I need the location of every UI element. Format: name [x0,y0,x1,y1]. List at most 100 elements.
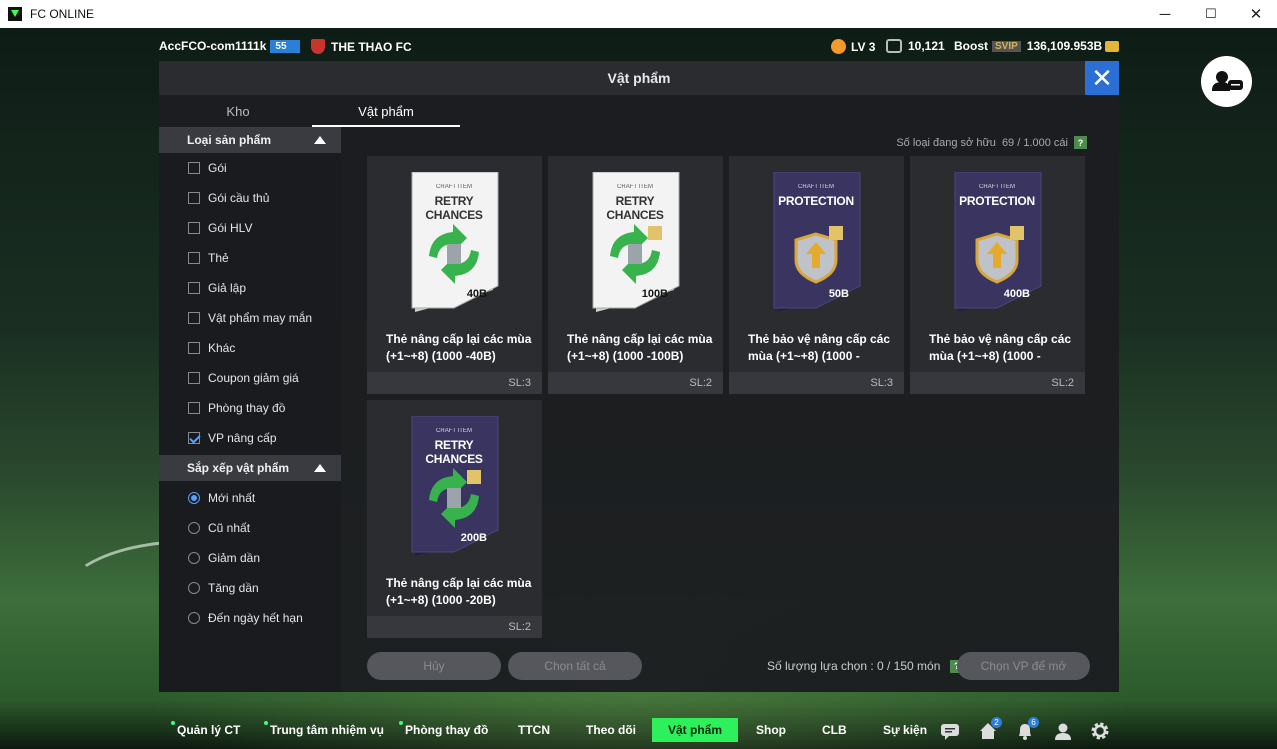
product-type-header[interactable]: Loại sản phẩm [159,127,341,153]
checkbox[interactable] [188,372,200,384]
nav-label: Quản lý CT [177,723,241,737]
card-type-label: RETRY CHANCES [425,438,483,466]
panel-header: Vật phẩm [159,61,1119,95]
sort-option-label: Cũ nhất [208,521,251,535]
window-title: FC ONLINE [30,7,95,21]
fc-points: 10,121 [908,39,945,53]
sort-option[interactable]: Tăng dần [159,573,341,603]
sort-option-label: Đến ngày hết hạn [208,611,303,625]
sort-option[interactable]: Cũ nhất [159,513,341,543]
sort-header[interactable]: Sắp xếp vật phẩm [159,455,341,481]
radio-button[interactable] [188,552,200,564]
fc-online-logo-icon [8,7,22,21]
filter-option[interactable]: Gói cầu thủ [159,183,341,213]
filter-option[interactable]: Gói HLV [159,213,341,243]
chat-icon[interactable] [940,721,960,741]
filter-option[interactable]: Khác [159,333,341,363]
checkbox[interactable] [188,282,200,294]
account-name: AccFCO-com1111k [159,39,267,53]
filter-option[interactable]: Thẻ [159,243,341,273]
checkbox[interactable] [188,312,200,324]
nav-su-kien[interactable]: Sự kiện [883,718,927,742]
fc-points-icon [886,39,902,53]
close-window-button[interactable]: ✕ [1233,0,1277,28]
open-selected-button[interactable]: Chọn VP để mở [957,652,1090,680]
cancel-button[interactable]: Hủy [367,652,501,680]
nav-vat-pham[interactable]: Vật phẩm [652,718,739,742]
sort-title: Sắp xếp vật phẩm [187,461,290,475]
filter-option-label: Thẻ [208,251,229,265]
panel-tabs: Kho Vật phẩm [164,97,460,127]
nav-trung-tam-nhiem-vu[interactable]: Trung tâm nhiệm vụ [264,718,384,742]
checkbox[interactable] [188,252,200,264]
filter-option[interactable]: Coupon giảm giá [159,363,341,393]
collapse-triangle-icon[interactable] [314,464,326,472]
sort-option[interactable]: Đến ngày hết hạn [159,603,341,633]
sort-option[interactable]: Giảm dần [159,543,341,573]
nav-ttcn[interactable]: TTCN [518,718,550,742]
filter-option[interactable]: Vật phẩm may mắn [159,303,341,333]
collapse-triangle-icon[interactable] [314,136,326,144]
nav-clb[interactable]: CLB [822,718,847,742]
card-value-label: 40B [466,288,487,300]
close-panel-button[interactable]: ✕ [1085,61,1119,95]
checkbox[interactable] [188,192,200,204]
item-card[interactable]: CRAFT ITEM PROTECTION 50B Thẻ bảo vệ nâng c… [729,156,904,394]
checkbox[interactable] [188,432,200,444]
checkbox[interactable] [188,162,200,174]
profile-icon[interactable] [1053,721,1073,741]
nav-shop[interactable]: Shop [756,718,786,742]
bell-badge: 6 [1028,717,1039,728]
settings-gear-icon[interactable] [1090,721,1110,741]
filter-option[interactable]: VP nâng cấp [159,423,341,453]
radio-button[interactable] [188,492,200,504]
craft-item-card-image: CRAFT ITEM PROTECTION 50B [769,171,863,312]
filter-option-label: Gói cầu thủ [208,191,270,205]
nav-quan-ly-ct[interactable]: Quản lý CT [171,718,240,742]
item-name: Thẻ nâng cấp lại các mùa (+1~+8) (1000 -… [386,332,532,363]
checkbox[interactable] [188,222,200,234]
home-icon[interactable]: 2 [978,717,1002,741]
filter-option[interactable]: Phòng thay đồ [159,393,341,423]
svip-badge: SVIP [992,40,1021,52]
bell-icon[interactable]: 6 [1015,717,1039,741]
bottom-nav: Quản lý CT Trung tâm nhiệm vụ Phòng thay… [0,712,1277,749]
filter-option-label: Vật phẩm may mắn [208,311,313,325]
help-icon[interactable]: ? [1074,136,1087,149]
tab-kho[interactable]: Kho [164,97,312,127]
owned-label: Số loại đang sở hữu [896,136,996,149]
filter-option-label: Gói HLV [208,221,253,235]
product-type-list: Gói Gói cầu thủ Gói HLV Thẻ Giả lập Vật phẩm … [159,153,341,453]
item-card[interactable]: CRAFT ITEM RETRY CHANCES 200B Thẻ nâng cấp … [367,400,542,638]
checkbox[interactable] [188,342,200,354]
item-name: Thẻ bảo vệ nâng cấp các mùa (+1~+8) (100… [748,332,891,363]
filter-option[interactable]: Gói [159,153,341,183]
nav-phong-thay-do[interactable]: Phòng thay đồ [399,718,488,742]
selection-count: Số lượng lựa chọn : 0 / 150 món ? [767,659,964,673]
filter-option-label: Giả lập [208,281,247,295]
club-name: THE THAO FC [331,39,412,54]
craft-item-card-image: CRAFT ITEM PROTECTION 400B [950,171,1044,312]
sort-option[interactable]: Mới nhất [159,483,341,513]
maximize-button[interactable]: ☐ [1188,0,1234,28]
nav-label: Trung tâm nhiệm vụ [270,723,385,737]
smiley-icon [831,39,846,54]
select-all-button[interactable]: Chọn tất cả [508,652,642,680]
item-card[interactable]: CRAFT ITEM RETRY CHANCES 100B Thẻ nâng cấp … [548,156,723,394]
radio-button[interactable] [188,522,200,534]
item-card[interactable]: CRAFT ITEM PROTECTION 400B Thẻ bảo vệ nâng … [910,156,1085,394]
filter-option[interactable]: Giả lập [159,273,341,303]
nav-theo-doi[interactable]: Theo dõi [586,718,636,742]
checkbox[interactable] [188,402,200,414]
item-card[interactable]: CRAFT ITEM RETRY CHANCES 40B Thẻ nâng cấp l… [367,156,542,394]
chat-profile-button[interactable] [1201,56,1252,107]
owned-count: Số loại đang sở hữu 69 / 1.000 cái ? [896,136,1087,149]
item-quantity: SL:2 [910,372,1085,394]
card-value-label: 50B [828,288,849,300]
tab-vat-pham[interactable]: Vật phẩm [312,97,460,127]
radio-button[interactable] [188,582,200,594]
card-value-label: 400B [1003,288,1030,300]
radio-button[interactable] [188,612,200,624]
minimize-button[interactable]: ─ [1142,0,1188,28]
level-badge: 55 [270,39,301,53]
